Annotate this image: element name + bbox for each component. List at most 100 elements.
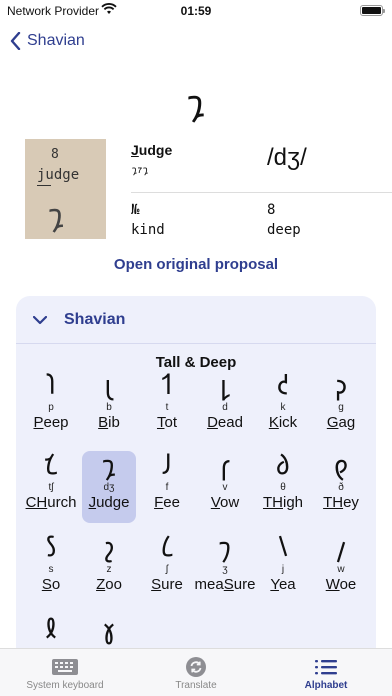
- letter-cell-word-suffix: ick: [278, 414, 298, 431]
- tab-alphabet[interactable]: Alphabet: [261, 649, 391, 696]
- letter-cell-word-suffix: udge: [96, 494, 130, 511]
- letter-cell-word-suffix: ag: [338, 414, 356, 431]
- letter-cell-ipa: w: [337, 564, 345, 575]
- open-proposal-link[interactable]: Open original proposal: [0, 256, 392, 273]
- letter-cell-glyph: 𐑖: [161, 533, 173, 563]
- letter-cell-word-suffix: o: [51, 576, 61, 593]
- letter-cell-ipa: p: [48, 402, 54, 413]
- letter-cell-ipa: v: [222, 482, 228, 493]
- letter-cell[interactable]: 𐑑 t Tot: [140, 371, 194, 443]
- letter-cell[interactable]: 𐑖 ʃ Sure: [140, 533, 194, 605]
- proposal-image[interactable]: 8 judge 𐑡: [25, 139, 106, 239]
- tab-label: System keyboard: [26, 680, 104, 691]
- letter-cell-glyph: 𐑢: [336, 533, 346, 563]
- letter-cell-word-suffix: igh: [282, 494, 304, 511]
- letter-cell-ipa: j: [281, 564, 285, 575]
- letter-cell[interactable]: 𐑐 p Peep: [24, 371, 78, 443]
- letter-cell-word-key: W: [325, 576, 340, 593]
- letter-word-key: J: [131, 142, 139, 158]
- letter-cell-word-key: G: [326, 414, 339, 431]
- letter-cell-glyph: 𐑡: [102, 451, 116, 481]
- status-bar: Network Provider 01:59: [0, 0, 392, 22]
- letter-cell-word-key: B: [98, 414, 109, 431]
- letter-cell-glyph: 𐑣: [103, 615, 115, 645]
- letter-cell-glyph: 𐑟: [103, 533, 115, 563]
- alphabet-section-header[interactable]: Shavian: [16, 296, 376, 344]
- letter-cell-word-suffix: eep: [43, 414, 69, 431]
- letter-cell-ipa: g: [338, 402, 344, 413]
- letter-cell-ipa: f: [165, 482, 169, 493]
- back-button[interactable]: Shavian: [10, 28, 85, 54]
- letter-cell-word-suffix: oo: [105, 576, 122, 593]
- letter-cell-ipa: z: [106, 564, 112, 575]
- letter-cell-ipa: s: [48, 564, 54, 575]
- letter-cell-word: THey: [304, 494, 378, 512]
- letter-cell-word-suffix: ey: [343, 494, 359, 511]
- letter-cell[interactable]: 𐑗 tʃ CHurch: [24, 451, 78, 523]
- letter-cell[interactable]: 𐑘 j Yea: [256, 533, 310, 605]
- letter-cell-word-key: Y: [270, 576, 279, 593]
- letter-glyph-large: 𐑡: [187, 83, 205, 123]
- proposal-image-underline: [37, 185, 51, 186]
- tab-translate[interactable]: Translate: [131, 649, 261, 696]
- letter-ipa: /dʒ/: [267, 144, 307, 171]
- tab-system-keyboard[interactable]: System keyboard: [0, 649, 130, 696]
- card-separator: [16, 343, 376, 344]
- letter-cell[interactable]: 𐑞 ð THey: [314, 451, 368, 523]
- alphabet-section-title: Shavian: [64, 311, 126, 328]
- letter-cell-glyph: 𐑞: [333, 451, 349, 481]
- letter-cell-glyph: 𐑐: [46, 371, 56, 401]
- letter-cell-word-key: V: [210, 494, 220, 511]
- letter-cell[interactable]: 𐑜 g Gag: [314, 371, 368, 443]
- letter-cell[interactable]: 𐑚 b Bib: [82, 371, 136, 443]
- group-title: Tall & Deep: [155, 354, 237, 371]
- kind-label: kind: [131, 222, 165, 238]
- keyboard-icon: [52, 659, 78, 675]
- letter-cell-word-prefix: mea: [194, 576, 224, 593]
- letter-cell-ipa: k: [280, 402, 286, 413]
- number-value: 8: [267, 202, 276, 218]
- letter-cell-ipa: dʒ: [103, 482, 115, 493]
- letter-cell-glyph: 𐑗: [44, 451, 58, 481]
- letter-cell[interactable]: 𐑡 dʒ Judge: [82, 451, 136, 523]
- letter-cell-word-suffix: ead: [217, 414, 243, 431]
- translate-icon: [186, 657, 206, 677]
- back-button-label: Shavian: [27, 32, 85, 49]
- letter-cell-glyph: 𐑛: [220, 371, 230, 401]
- letter-cell[interactable]: 𐑟 z Zoo: [82, 533, 136, 605]
- letter-cell-glyph: 𐑕: [45, 533, 57, 563]
- letter-cell-word-suffix: ea: [278, 576, 296, 593]
- letter-shavian-spelling: 𐑡𐑳𐑡: [132, 165, 149, 176]
- chevron-down-icon: [33, 315, 47, 324]
- letter-cell-word-suffix: ow: [220, 494, 240, 511]
- status-time: 01:59: [180, 4, 212, 18]
- letter-cell-word-suffix: ot: [164, 414, 177, 431]
- letter-cell-glyph: 𐑓: [162, 451, 172, 481]
- letter-cell-word-key: TH: [323, 494, 344, 511]
- letter-cell[interactable]: 𐑛 d Dead: [198, 371, 252, 443]
- letter-cell-word-key: TH: [262, 494, 283, 511]
- letter-cell-word-key: S: [151, 576, 162, 593]
- letter-cell[interactable]: 𐑠 ʒ meaSure: [194, 533, 256, 605]
- letter-cell[interactable]: 𐑔 θ THigh: [256, 451, 310, 523]
- letter-cell[interactable]: 𐑓 f Fee: [140, 451, 194, 523]
- letter-cell-word-key: Z: [96, 576, 106, 593]
- letter-cell-ipa: t: [165, 402, 169, 413]
- letter-cell-word-suffix: ib: [108, 414, 120, 431]
- letter-word: Judge: [131, 142, 172, 158]
- chevron-left-icon: [10, 32, 21, 50]
- tab-label: Translate: [175, 680, 217, 691]
- letter-cell-word-key: F: [154, 494, 164, 511]
- proposal-image-word: judge: [37, 167, 80, 183]
- letter-cell[interactable]: 𐑕 s So: [24, 533, 78, 605]
- letter-cell[interactable]: 𐑝 v Vow: [198, 451, 252, 523]
- letter-cell-ipa: tʃ: [48, 482, 54, 493]
- info-divider: [131, 192, 392, 193]
- letter-cell-word-key: K: [268, 414, 279, 431]
- letter-cell[interactable]: 𐑒 k Kick: [256, 371, 310, 443]
- letter-cell-word-key: CH: [25, 494, 48, 511]
- letter-cell-glyph: 𐑝: [220, 451, 230, 481]
- alphabet-card: Shavian Tall & Deep 𐑐 p Peep 𐑚 b Bib 𐑑 t Tot 𐑛 d De…: [16, 296, 376, 676]
- letter-cell[interactable]: 𐑢 w Woe: [314, 533, 368, 605]
- letter-cell-word-key: D: [207, 414, 218, 431]
